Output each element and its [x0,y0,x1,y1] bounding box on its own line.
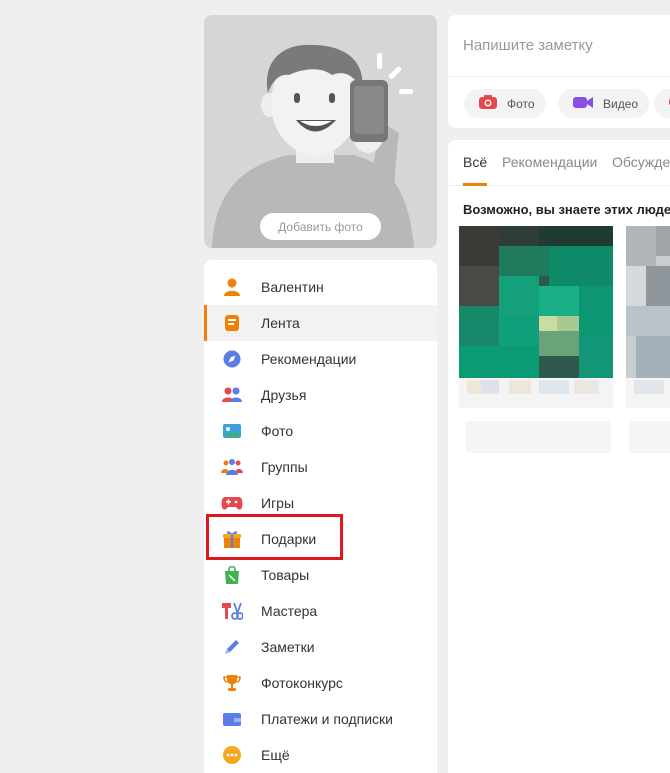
sidebar-item-label: Мастера [261,603,318,619]
sidebar-item-label: Друзья [261,387,307,403]
sidebar-item-label: Платежи и подписки [261,711,393,727]
camera-icon [478,94,498,113]
sidebar-item-label: Подарки [261,531,317,547]
sidebar-item-friends[interactable]: Друзья [204,377,437,413]
sidebar-item-photo-contest[interactable]: Фотоконкурс [204,665,437,701]
note-composer: Фото Видео [448,15,670,128]
sidebar-item-label: Игры [261,495,295,511]
user-icon [221,276,243,298]
sidebar-item-gifts[interactable]: Подарки [204,521,437,557]
sidebar-item-games[interactable]: Игры [204,485,437,521]
sidebar-item-label: Лента [261,315,300,331]
suggested-person-photo [626,226,670,408]
friends-icon [221,384,243,406]
feed-tabs: Всё Рекомендации Обсуждения [448,140,670,186]
add-photo-chip[interactable]: Фото [464,89,546,118]
sidebar-item-label: Фотоконкурс [261,675,343,691]
tab-discussions[interactable]: Обсуждения [612,154,670,170]
sidebar-item-photo[interactable]: Фото [204,413,437,449]
compass-icon [221,348,243,370]
more-icon [221,744,243,766]
shopping-bag-icon [221,564,243,586]
sidebar-item-label: Товары [261,567,310,583]
sidebar-item-feed[interactable]: Лента [204,305,437,341]
chip-label: Фото [507,96,535,111]
tools-icon [221,600,243,622]
suggestions-title: Возможно, вы знаете этих людей [463,202,670,217]
sidebar-item-label: Ещё [261,747,290,763]
suggested-person-card[interactable] [626,226,670,408]
pencil-icon [221,636,243,658]
note-input[interactable] [448,15,670,77]
chip-label: Видео [603,96,639,111]
sidebar-item-profile[interactable]: Валентин [204,269,437,305]
feed-icon [221,312,243,334]
video-camera-icon [572,94,594,113]
suggested-person-name-placeholder [466,421,611,453]
sidebar-item-label: Валентин [261,279,324,295]
feed-panel: Всё Рекомендации Обсуждения Возможно, вы… [448,140,670,773]
gift-icon [221,528,243,550]
sidebar-nav: Валентин Лента Рекомендации Друзья Фото … [204,260,437,773]
sidebar-item-label: Фото [261,423,294,439]
wallet-icon [221,708,243,730]
sidebar-item-label: Заметки [261,639,315,655]
sidebar-item-label: Группы [261,459,308,475]
sidebar-item-more[interactable]: Ещё [204,737,437,773]
trophy-icon [221,672,243,694]
tab-all[interactable]: Всё [463,154,487,170]
sidebar-item-payments[interactable]: Платежи и подписки [204,701,437,737]
sidebar-item-label: Рекомендации [261,351,357,367]
active-tab-indicator [463,183,487,186]
add-video-chip[interactable]: Видео [558,89,650,118]
more-chip[interactable] [654,89,670,118]
gamepad-icon [221,492,243,514]
sidebar-item-notes[interactable]: Заметки [204,629,437,665]
sidebar-item-groups[interactable]: Группы [204,449,437,485]
suggested-person-name-placeholder [629,421,670,453]
tab-recommendations[interactable]: Рекомендации [502,154,597,170]
photo-icon [221,420,243,442]
profile-avatar-card[interactable]: Добавить фото [204,15,437,248]
suggested-person-photo [459,226,613,408]
suggested-person-card[interactable] [459,226,613,408]
add-photo-button[interactable]: Добавить фото [260,213,381,240]
sidebar-item-masters[interactable]: Мастера [204,593,437,629]
sidebar-item-recommendations[interactable]: Рекомендации [204,341,437,377]
groups-icon [221,456,243,478]
sidebar-item-products[interactable]: Товары [204,557,437,593]
